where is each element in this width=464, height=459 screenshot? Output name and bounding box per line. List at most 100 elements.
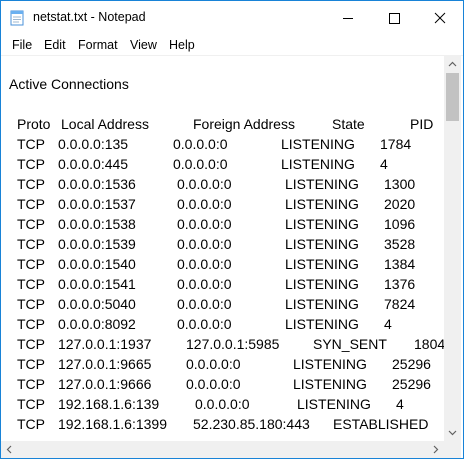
connection-row: TCP 0.0.0.0:1541 0.0.0.0:0 LISTENING 137… xyxy=(1,276,441,296)
text-line: Active Connections xyxy=(1,76,441,96)
connection-row: TCP 0.0.0.0:1536 0.0.0.0:0 LISTENING 130… xyxy=(1,176,441,196)
foreign-address-cell: 52.230.85.180:443 xyxy=(193,416,310,432)
state-cell: LISTENING xyxy=(285,196,359,212)
proto-cell: TCP xyxy=(17,176,45,192)
proto-cell: TCP xyxy=(17,256,45,272)
proto-cell: TCP xyxy=(17,376,45,392)
proto-cell: TCP xyxy=(17,416,45,432)
local-address-cell: 0.0.0.0:135 xyxy=(58,136,129,152)
maximize-icon xyxy=(389,13,400,24)
menu-file[interactable]: File xyxy=(12,38,32,52)
vertical-scrollbar[interactable] xyxy=(444,56,461,441)
vertical-scroll-thumb[interactable] xyxy=(446,73,459,121)
foreign-address-cell: 0.0.0.0:0 xyxy=(177,256,232,272)
proto-cell: TCP xyxy=(17,136,45,152)
state-cell: SYN_SENT xyxy=(313,336,387,352)
pid-cell: 2020 xyxy=(384,196,416,212)
local-address-cell: 0.0.0.0:1541 xyxy=(58,276,136,292)
state-cell: LISTENING xyxy=(285,176,359,192)
state-cell: LISTENING xyxy=(293,356,367,372)
foreign-address-cell: 127.0.0.1:5985 xyxy=(186,336,280,352)
column-foreign-address: Foreign Address xyxy=(193,116,295,132)
column-proto: Proto xyxy=(17,116,51,132)
local-address-cell: 0.0.0.0:8092 xyxy=(58,316,136,332)
foreign-address-cell: 0.0.0.0:0 xyxy=(186,376,241,392)
column-local-address: Local Address xyxy=(61,116,149,132)
pid-cell: 1300 xyxy=(384,176,416,192)
foreign-address-cell: 0.0.0.0:0 xyxy=(177,236,232,252)
close-icon xyxy=(434,12,446,24)
foreign-address-cell: 0.0.0.0:0 xyxy=(177,276,232,292)
local-address-cell: 127.0.0.1:9666 xyxy=(58,376,152,392)
state-cell: LISTENING xyxy=(293,376,367,392)
state-cell: ESTABLISHED xyxy=(333,416,429,432)
proto-cell: TCP xyxy=(17,316,45,332)
local-address-cell: 192.168.1.6:1399 xyxy=(58,416,167,432)
state-cell: LISTENING xyxy=(281,136,355,152)
connection-row: TCP 127.0.0.1:1937 127.0.0.1:5985 SYN_SE… xyxy=(1,336,444,356)
state-cell: LISTENING xyxy=(285,276,359,292)
foreign-address-cell: 0.0.0.0:0 xyxy=(186,356,241,372)
connection-row: TCP 0.0.0.0:1538 0.0.0.0:0 LISTENING 109… xyxy=(1,216,441,236)
proto-cell: TCP xyxy=(17,156,45,172)
connection-row: TCP 192.168.1.6:1399 52.230.85.180:443 E… xyxy=(1,416,441,436)
pid-cell: 25296 xyxy=(392,376,431,392)
local-address-cell: 0.0.0.0:1538 xyxy=(58,216,136,232)
pid-cell: 1376 xyxy=(384,276,416,292)
local-address-cell: 0.0.0.0:5040 xyxy=(58,296,136,312)
foreign-address-cell: 0.0.0.0:0 xyxy=(177,176,232,192)
proto-cell: TCP xyxy=(17,276,45,292)
pid-cell: 1804 xyxy=(414,336,444,352)
proto-cell: TCP xyxy=(17,236,45,252)
connection-row: TCP 0.0.0.0:445 0.0.0.0:0 LISTENING 4 xyxy=(1,156,441,176)
foreign-address-cell: 0.0.0.0:0 xyxy=(173,136,228,152)
foreign-address-cell: 0.0.0.0:0 xyxy=(195,396,250,412)
connection-row: TCP 0.0.0.0:8092 0.0.0.0:0 LISTENING 4 xyxy=(1,316,441,336)
scrollbar-corner xyxy=(444,441,461,458)
header-line: Proto Local Address Foreign Address Stat… xyxy=(1,116,441,136)
maximize-button[interactable] xyxy=(371,1,417,35)
menu-help[interactable]: Help xyxy=(169,38,195,52)
pid-cell: 1384 xyxy=(384,256,416,272)
foreign-address-cell: 0.0.0.0:0 xyxy=(177,196,232,212)
text-editor[interactable]: Active Connections Proto Local Address F… xyxy=(1,56,444,441)
proto-cell: TCP xyxy=(17,296,45,312)
connection-row: TCP 127.0.0.1:9666 0.0.0.0:0 LISTENING 2… xyxy=(1,376,441,396)
local-address-cell: 127.0.0.1:1937 xyxy=(58,336,152,352)
connection-row: TCP 0.0.0.0:1539 0.0.0.0:0 LISTENING 352… xyxy=(1,236,441,256)
pid-cell: 4 xyxy=(380,156,388,172)
proto-cell: TCP xyxy=(17,196,45,212)
pid-cell: 3528 xyxy=(384,236,416,252)
state-cell: LISTENING xyxy=(285,216,359,232)
menu-edit[interactable]: Edit xyxy=(44,38,66,52)
menu-format[interactable]: Format xyxy=(78,38,118,52)
horizontal-scrollbar[interactable] xyxy=(1,441,444,458)
pid-cell: 7824 xyxy=(384,296,416,312)
notepad-window: netstat.txt - Notepad File Edit Format V… xyxy=(0,0,464,459)
local-address-cell: 127.0.0.1:9665 xyxy=(58,356,152,372)
state-cell: LISTENING xyxy=(285,256,359,272)
local-address-cell: 0.0.0.0:1539 xyxy=(58,236,136,252)
proto-cell: TCP xyxy=(17,216,45,232)
column-state: State xyxy=(332,116,365,132)
minimize-button[interactable] xyxy=(325,1,371,35)
menu-view[interactable]: View xyxy=(130,38,157,52)
minimize-icon xyxy=(343,18,353,19)
scroll-left-arrow-icon[interactable] xyxy=(1,441,18,458)
local-address-cell: 0.0.0.0:1540 xyxy=(58,256,136,272)
title-bar[interactable]: netstat.txt - Notepad xyxy=(1,1,463,35)
close-button[interactable] xyxy=(417,1,463,35)
connection-row: TCP 0.0.0.0:135 0.0.0.0:0 LISTENING 1784 xyxy=(1,136,441,156)
column-pid: PID xyxy=(410,116,434,132)
state-cell: LISTENING xyxy=(281,156,355,172)
foreign-address-cell: 0.0.0.0:0 xyxy=(177,316,232,332)
state-cell: LISTENING xyxy=(285,296,359,312)
pid-cell: 4 xyxy=(384,316,392,332)
local-address-cell: 0.0.0.0:1537 xyxy=(58,196,136,212)
proto-cell: TCP xyxy=(17,336,45,352)
connection-row: TCP 127.0.0.1:9665 0.0.0.0:0 LISTENING 2… xyxy=(1,356,441,376)
heading-text: Active Connections xyxy=(9,76,129,92)
scroll-down-arrow-icon[interactable] xyxy=(444,424,461,441)
scroll-right-arrow-icon[interactable] xyxy=(427,441,444,458)
scroll-up-arrow-icon[interactable] xyxy=(444,56,461,73)
